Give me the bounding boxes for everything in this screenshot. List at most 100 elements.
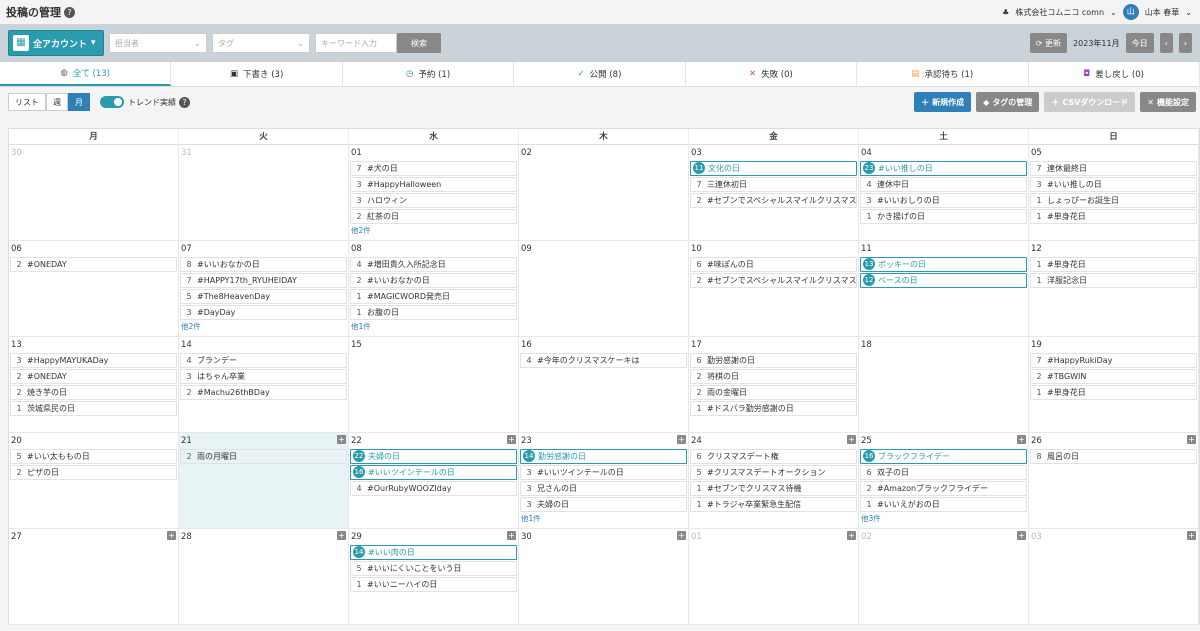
trend-event[interactable]: 1 #いいニーハイの日 [350, 577, 517, 592]
calendar-day[interactable]: 08 4 #増田貴久入所記念日 2 #いいおなかの日 1 #MAGICWORD発売日 1 お腹の… [349, 241, 519, 336]
trend-event[interactable]: 3 夫婦の日 [520, 497, 687, 512]
trend-event[interactable]: 8 #いいおなかの日 [180, 257, 347, 272]
calendar-day[interactable]: 27 + [9, 529, 179, 624]
add-post-icon[interactable]: + [847, 531, 856, 540]
trend-event[interactable]: 1 しょっぴーお誕生日 [1030, 193, 1197, 208]
calendar-day[interactable]: 28 + [179, 529, 349, 624]
calendar-day[interactable]: 10 6 #味ぽんの日 2 #セブンでスペシャルスマイルクリスマス [689, 241, 859, 336]
calendar-day[interactable]: 02 [519, 145, 689, 240]
add-post-icon[interactable]: + [677, 435, 686, 444]
trend-event[interactable]: 2 雨の金曜日 [690, 385, 857, 400]
calendar-day[interactable]: 26 +8 風呂の日 [1029, 433, 1199, 528]
trend-event[interactable]: 7 三連休初日 [690, 177, 857, 192]
add-post-icon[interactable]: + [1187, 531, 1196, 540]
trend-event[interactable]: 14 勤労感謝の日 [520, 449, 687, 464]
prev-month-button[interactable]: ‹ [1159, 33, 1173, 53]
trend-event[interactable]: 2 #ONEDAY [10, 369, 177, 384]
trend-event[interactable]: 4 #今年のクリスマスケーキは [520, 353, 687, 368]
account-select-button[interactable]: ▦ 全アカウント ▾ [8, 30, 104, 56]
add-post-icon[interactable]: + [167, 531, 176, 540]
trend-event[interactable]: 7 #HappyRukiDay [1030, 353, 1197, 368]
tab-3[interactable]: ✓ 公開 (8) [514, 62, 686, 86]
tag-manage-button[interactable]: ◆ タグの管理 [976, 92, 1040, 112]
calendar-day[interactable]: 09 [519, 241, 689, 336]
trend-event[interactable]: 2 紅茶の日 [350, 209, 517, 224]
trend-event[interactable]: 7 #犬の日 [350, 161, 517, 176]
trend-event[interactable]: 8 風呂の日 [1030, 449, 1197, 464]
trend-event[interactable]: 4 #OurRubyWOOZIday [350, 481, 517, 496]
trend-event[interactable]: 1 #セブンでクリスマス待機 [690, 481, 857, 496]
trend-event[interactable]: 2 #Machu26thBDay [180, 385, 347, 400]
help-icon[interactable]: ? [179, 96, 190, 108]
calendar-day[interactable]: 25 +16 ブラックフライデー 6 双子の日 2 #Amazonブラックフライデー 1 #いい… [859, 433, 1029, 528]
calendar-day[interactable]: 12 1 #単身花日 1 洋服記念日 [1029, 241, 1199, 336]
trend-event[interactable]: 4 #増田貴久入所記念日 [350, 257, 517, 272]
tab-6[interactable]: ◘ 差し戻し (0) [1029, 62, 1200, 86]
keyword-input[interactable]: キーワード入力 [315, 33, 397, 53]
calendar-day[interactable]: 11 13 ポッキーの日 12 ベースの日 [859, 241, 1029, 336]
new-post-button[interactable]: ＋新規作成 [914, 92, 972, 112]
calendar-day[interactable]: 01 + [689, 529, 859, 624]
calendar-day[interactable]: 29 +14 #いい肉の日 5 #いいにくいことをいう日 1 #いいニーハイの日 [349, 529, 519, 624]
trend-toggle[interactable] [100, 96, 124, 108]
more-events-link[interactable]: 他2件 [349, 225, 518, 236]
trend-event[interactable]: 3 兄さんの日 [520, 481, 687, 496]
calendar-day[interactable]: 30 [9, 145, 179, 240]
view-month-button[interactable]: 月 [68, 93, 90, 111]
add-post-icon[interactable]: + [847, 435, 856, 444]
more-events-link[interactable]: 他1件 [349, 321, 518, 332]
trend-event[interactable]: 2 焼き芋の日 [10, 385, 177, 400]
trend-event[interactable]: 3 #いい推しの日 [1030, 177, 1197, 192]
calendar-day[interactable]: 14 4 ブランデー 3 はちゃん卒業 2 #Machu26thBDay [179, 337, 349, 432]
calendar-day[interactable]: 20 5 #いい太ももの日 2 ピザの日 [9, 433, 179, 528]
trend-event[interactable]: 4 ブランデー [180, 353, 347, 368]
calendar-day[interactable]: 21 +2 雨の月曜日 [179, 433, 349, 528]
trend-event[interactable]: 2 #ONEDAY [10, 257, 177, 272]
trend-event[interactable]: 1 #ドスパラ勤労感謝の日 [690, 401, 857, 416]
add-post-icon[interactable]: + [677, 531, 686, 540]
trend-event[interactable]: 3 #HappyMAYUKADay [10, 353, 177, 368]
calendar-day[interactable]: 31 [179, 145, 349, 240]
tag-select[interactable]: タグ ⌄ [212, 33, 310, 53]
trend-event[interactable]: 2 #いいおなかの日 [350, 273, 517, 288]
calendar-day[interactable]: 17 6 勤労感謝の日 2 将棋の日 2 雨の金曜日 1 #ドスパラ勤労感謝の日 [689, 337, 859, 432]
view-week-button[interactable]: 週 [46, 93, 68, 111]
tab-4[interactable]: ✕ 失敗 (0) [686, 62, 858, 86]
tab-0[interactable]: ◍ 全て (13) [0, 62, 172, 86]
trend-event[interactable]: 3 ハロウィン [350, 193, 517, 208]
trend-event[interactable]: 3 #DayDay [180, 305, 347, 320]
add-post-icon[interactable]: + [507, 531, 516, 540]
trend-event[interactable]: 7 連休最終日 [1030, 161, 1197, 176]
add-post-icon[interactable]: + [1017, 531, 1026, 540]
trend-event[interactable]: 3 はちゃん卒業 [180, 369, 347, 384]
trend-event[interactable]: 1 お腹の日 [350, 305, 517, 320]
trend-event[interactable]: 23 #いい推しの日 [860, 161, 1027, 176]
trend-event[interactable]: 3 #いいツインテールの日 [520, 465, 687, 480]
add-post-icon[interactable]: + [507, 435, 516, 444]
trend-event[interactable]: 12 ベースの日 [860, 273, 1027, 288]
trend-event[interactable]: 6 双子の日 [860, 465, 1027, 480]
more-events-link[interactable]: 他1件 [519, 513, 688, 524]
trend-event[interactable]: 2 雨の月曜日 [180, 449, 347, 464]
trend-event[interactable]: 5 #The8HeavenDay [180, 289, 347, 304]
next-month-button[interactable]: › [1178, 33, 1192, 53]
trend-event[interactable]: 1 かき揚げの日 [860, 209, 1027, 224]
trend-event[interactable]: 7 #HAPPY17th_RYUHEIDAY [180, 273, 347, 288]
trend-event[interactable]: 1 #MAGICWORD発売日 [350, 289, 517, 304]
company-name[interactable]: 株式会社コムニコ comn [1015, 7, 1104, 18]
more-events-link[interactable]: 他2件 [179, 321, 348, 332]
trend-event[interactable]: 5 #いい太ももの日 [10, 449, 177, 464]
settings-button[interactable]: ✕ 機能設定 [1140, 92, 1196, 112]
calendar-day[interactable]: 15 [349, 337, 519, 432]
tab-1[interactable]: ▣ 下書き (3) [171, 62, 343, 86]
trend-event[interactable]: 2 ピザの日 [10, 465, 177, 480]
calendar-day[interactable]: 16 4 #今年のクリスマスケーキは [519, 337, 689, 432]
trend-event[interactable]: 2 #TBGWIN [1030, 369, 1197, 384]
add-post-icon[interactable]: + [1017, 435, 1026, 444]
calendar-day[interactable]: 22 +22 夫婦の日 16 #いいツインテールの日 4 #OurRubyWOOZIday [349, 433, 519, 528]
view-list-button[interactable]: リスト [8, 93, 46, 111]
trend-event[interactable]: 2 #セブンでスペシャルスマイルクリスマス [690, 273, 857, 288]
trend-event[interactable]: 3 #HappyHalloween [350, 177, 517, 192]
calendar-day[interactable]: 02 + [859, 529, 1029, 624]
trend-event[interactable]: 1 #いいえがおの日 [860, 497, 1027, 512]
